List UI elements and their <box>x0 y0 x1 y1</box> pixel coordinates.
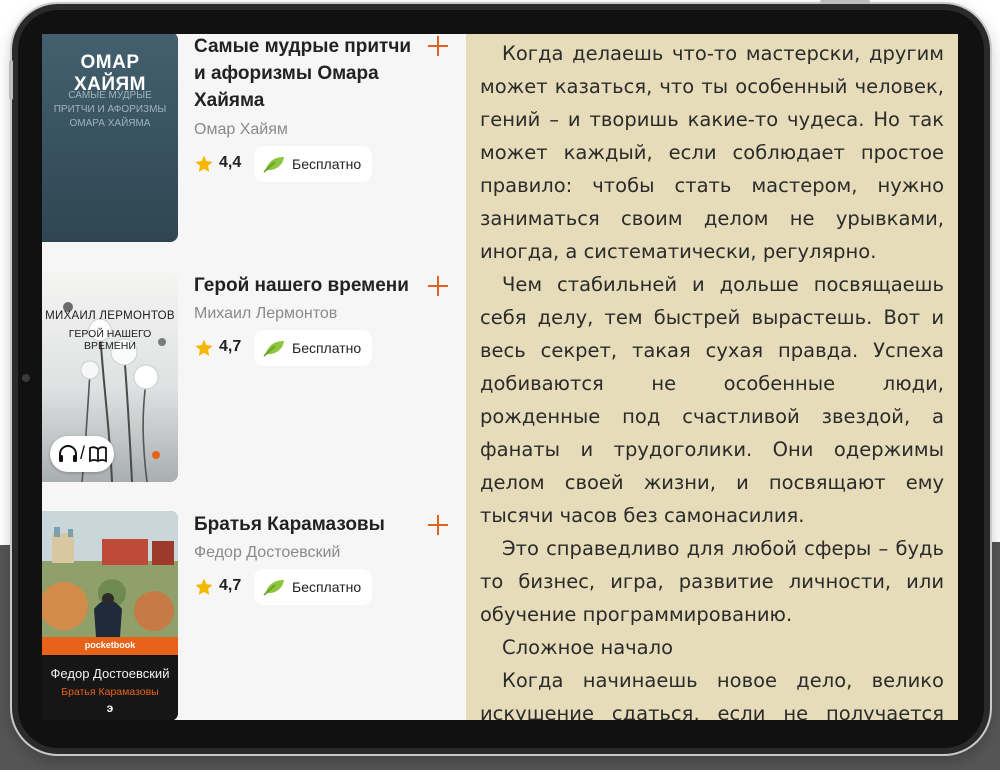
reader-paragraph: Это справедливо для любой сферы – будь т… <box>480 537 944 626</box>
book-meta: 4,7 Бесплатно <box>194 330 374 366</box>
star-icon <box>195 578 213 595</box>
book-title[interactable]: Братья Карамазовы <box>194 511 419 538</box>
publisher-logo: э <box>106 701 114 715</box>
price-badge: Бесплатно <box>254 569 372 605</box>
price-badge: Бесплатно <box>254 146 372 182</box>
tablet-screen: ОМАР ХАЙЯМ САМЫЕ МУДРЫЕ ПРИТЧИ И АФОРИЗМ… <box>42 34 958 720</box>
book-cover[interactable]: pocketbook Федор Достоевский Братья Кара… <box>42 511 178 720</box>
book-cover[interactable]: ОМАР ХАЙЯМ САМЫЕ МУДРЫЕ ПРИТЧИ И АФОРИЗМ… <box>42 34 178 242</box>
book-price: Бесплатно <box>292 340 362 356</box>
power-button <box>820 0 870 4</box>
book-rating: 4,4 <box>219 154 242 171</box>
leaf-icon <box>263 157 284 173</box>
reader-page[interactable]: Когда делаешь что-то мастерски, другим м… <box>466 34 958 720</box>
camera-sensor <box>22 374 30 382</box>
add-to-library-button[interactable] <box>426 513 450 537</box>
book-author: Михаил Лермонтов <box>194 305 338 322</box>
add-to-library-button[interactable] <box>426 274 450 298</box>
leaf-icon <box>263 341 284 357</box>
cover-author: Федор Достоевский <box>50 666 170 681</box>
headphones-icon <box>59 445 77 462</box>
cover-title-line: САМЫЕ МУДРЫЕ <box>68 90 152 101</box>
book-cover[interactable]: МИХАИЛ ЛЕРМОНТОВ ГЕРОЙ НАШЕГО ВРЕМЕНИ / <box>42 272 178 482</box>
cover-title: ГЕРОЙ НАШЕГО ВРЕМЕНИ <box>68 328 152 352</box>
cover-title-line: ОМАРА ХАЙЯМА <box>69 118 151 129</box>
book-list: ОМАР ХАЙЯМ САМЫЕ МУДРЫЕ ПРИТЧИ И АФОРИЗМ… <box>42 34 466 720</box>
star-icon <box>195 339 213 356</box>
cover-author: МИХАИЛ ЛЕРМОНТОВ <box>45 310 175 322</box>
star-icon <box>195 155 213 172</box>
cover-title: Братья Карамазовы <box>61 686 159 698</box>
book-author: Федор Достоевский <box>194 544 341 561</box>
book-rating: 4,7 <box>219 577 242 594</box>
reader-section-heading: Сложное начало <box>502 636 674 659</box>
reader-paragraph: Когда начинаешь новое дело, велико искуш… <box>480 669 944 720</box>
cover-title-line: ПРИТЧИ И АФОРИЗМЫ <box>53 104 167 115</box>
book-rating: 4,7 <box>219 338 242 355</box>
book-price: Бесплатно <box>292 579 362 595</box>
book-price: Бесплатно <box>292 156 362 172</box>
book-author: Омар Хайям <box>194 121 288 138</box>
book-meta: 4,7 Бесплатно <box>194 569 374 605</box>
audio-ebook-badge: / <box>50 436 114 472</box>
book-title[interactable]: Герой нашего времени <box>194 272 424 299</box>
badge-separator: / <box>80 443 86 463</box>
book-title[interactable]: Самые мудрые притчи и афоризмы Омара Хай… <box>194 34 419 114</box>
leaf-icon <box>263 580 284 596</box>
book-icon <box>89 446 107 463</box>
book-meta: 4,4 Бесплатно <box>194 146 374 182</box>
volume-button <box>9 60 13 100</box>
price-badge: Бесплатно <box>254 330 372 366</box>
add-to-library-button[interactable] <box>426 34 450 58</box>
cover-series: pocketbook <box>84 640 136 650</box>
reader-paragraph: Когда делаешь что-то мастерски, другим м… <box>480 42 944 263</box>
reader-paragraph: Чем стабильней и дольше посвящаешь себя … <box>480 273 944 527</box>
reader-text: Когда делаешь что-то мастерски, другим м… <box>480 37 944 720</box>
